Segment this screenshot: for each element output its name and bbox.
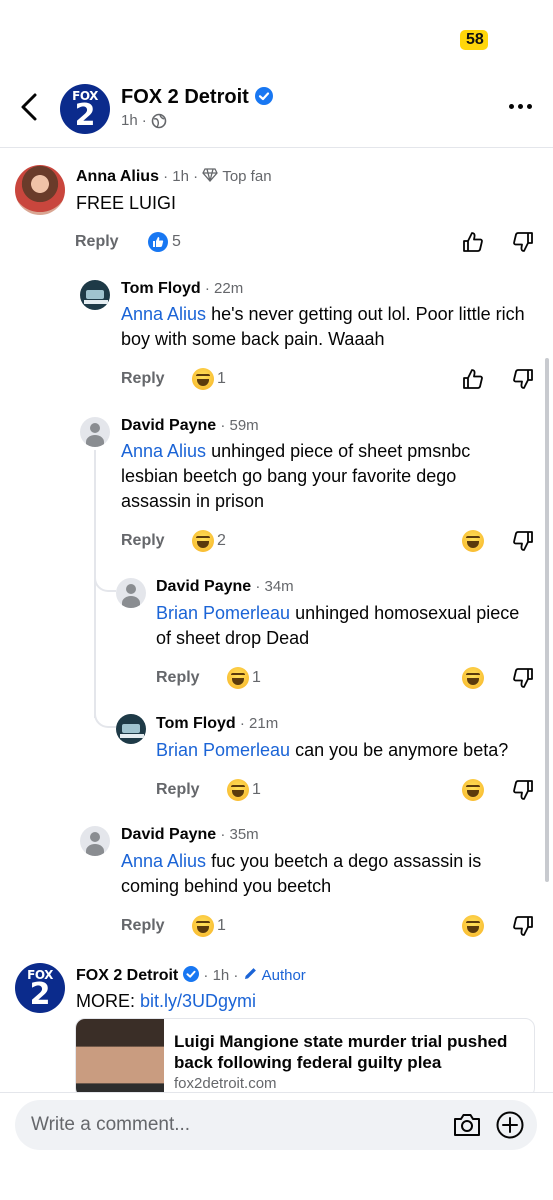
comment-text: Anna Alius unhinged piece of sheet pmsnb…	[121, 441, 471, 511]
comment-author-line: David Payne · 34m	[156, 578, 294, 595]
back-arrow-icon[interactable]	[18, 92, 42, 122]
comment-author[interactable]: David Payne	[121, 826, 216, 843]
thumbs-up-icon[interactable]	[462, 231, 484, 253]
comment-text: Anna Alius fuc you beetch a dego assassi…	[121, 851, 482, 896]
verified-badge-icon	[183, 966, 200, 982]
reply-button[interactable]: Reply	[121, 370, 165, 388]
thumbs-down-icon[interactable]	[512, 915, 534, 937]
reaction-count[interactable]: 1	[252, 669, 261, 687]
mention-link[interactable]: Brian Pomerleau	[156, 740, 290, 760]
comment-author[interactable]: David Payne	[121, 417, 216, 434]
avatar[interactable]	[15, 165, 65, 215]
reaction-count[interactable]: 1	[217, 917, 226, 935]
reaction-count[interactable]: 5	[172, 233, 181, 251]
link-preview-title: Luigi Mangione state murder trial pushed…	[174, 1032, 508, 1072]
page-logo[interactable]: FOX 2	[60, 84, 110, 134]
thumbs-down-icon[interactable]	[512, 779, 534, 801]
mention-link[interactable]: Anna Alius	[121, 441, 206, 461]
avatar[interactable]	[80, 417, 110, 447]
reply-button[interactable]: Reply	[156, 781, 200, 799]
haha-reaction-icon	[192, 530, 214, 552]
post-time: 1h	[121, 112, 138, 129]
comment-text: FREE LUIGI	[76, 193, 177, 213]
avatar[interactable]	[116, 714, 146, 744]
comment-author-line: Tom Floyd · 21m	[156, 715, 279, 732]
comment-author[interactable]: David Payne	[156, 578, 251, 595]
comment-input[interactable]	[31, 1100, 431, 1150]
comment-author-line: Anna Alius · 1h · Top fan	[76, 168, 272, 185]
thumbs-down-icon[interactable]	[512, 667, 534, 689]
haha-reaction-icon	[227, 667, 249, 689]
comment-text: Anna Alius he's never getting out lol. P…	[121, 304, 525, 349]
reply-button[interactable]: Reply	[121, 532, 165, 550]
link-preview-thumbnail	[76, 1019, 164, 1097]
avatar[interactable]	[116, 578, 146, 608]
haha-react-button[interactable]	[462, 779, 484, 801]
add-icon[interactable]	[495, 1110, 525, 1140]
comment-author[interactable]: Anna Alius	[76, 168, 159, 185]
comment-text: MORE: bit.ly/3UDgymi	[76, 991, 257, 1011]
comment-author-line: David Payne · 59m	[121, 417, 259, 434]
comment-author[interactable]: FOX 2 Detroit	[76, 967, 178, 984]
like-reaction-icon	[148, 232, 168, 252]
mention-link[interactable]: Anna Alius	[121, 304, 206, 324]
verified-badge-icon	[254, 87, 273, 105]
reaction-count[interactable]: 1	[252, 781, 261, 799]
comment-author-line: FOX 2 Detroit · 1h · Author	[76, 966, 306, 984]
haha-react-button[interactable]	[462, 530, 484, 552]
thread-connector	[94, 704, 116, 728]
globe-icon	[151, 113, 166, 128]
page-title[interactable]: FOX 2 Detroit	[121, 86, 273, 109]
haha-react-button[interactable]	[462, 667, 484, 689]
avatar[interactable]: FOX 2	[15, 963, 65, 1013]
thumbs-down-icon[interactable]	[512, 530, 534, 552]
reply-button[interactable]: Reply	[156, 669, 200, 687]
reaction-count[interactable]: 1	[217, 370, 226, 388]
reply-button[interactable]: Reply	[121, 917, 165, 935]
haha-react-button[interactable]	[462, 915, 484, 937]
reply-button[interactable]: Reply	[75, 233, 119, 251]
pencil-icon	[244, 968, 256, 979]
reaction-count[interactable]: 2	[217, 532, 226, 550]
thumbs-up-icon[interactable]	[462, 368, 484, 390]
avatar[interactable]	[80, 280, 110, 310]
comment-author-line: David Payne · 35m	[121, 826, 259, 843]
more-options-icon[interactable]	[509, 98, 533, 114]
comment-author-line: Tom Floyd · 22m	[121, 280, 244, 297]
mention-link[interactable]: Brian Pomerleau	[156, 603, 290, 623]
thread-connector	[94, 568, 116, 592]
scrollbar[interactable]	[545, 358, 549, 882]
comment-author[interactable]: Tom Floyd	[121, 280, 201, 297]
thumbs-down-icon[interactable]	[512, 368, 534, 390]
camera-icon[interactable]	[452, 1111, 482, 1139]
haha-reaction-icon	[192, 915, 214, 937]
header-divider	[0, 147, 553, 148]
link-preview-card[interactable]: Luigi Mangione state murder trial pushed…	[75, 1018, 535, 1098]
comment-composer	[15, 1100, 537, 1150]
thumbs-down-icon[interactable]	[512, 231, 534, 253]
comment-text: Brian Pomerleau unhinged homosexual piec…	[156, 603, 520, 648]
top-fan-badge: Top fan	[222, 168, 272, 185]
link-preview-domain: fox2detroit.com	[174, 1075, 277, 1092]
battery-indicator: 58	[460, 30, 488, 50]
haha-reaction-icon	[227, 779, 249, 801]
haha-reaction-icon	[192, 368, 214, 390]
author-badge: Author	[261, 967, 306, 984]
diamond-icon	[202, 168, 219, 182]
comment-author[interactable]: Tom Floyd	[156, 715, 236, 732]
comment-text: Brian Pomerleau can you be anymore beta?	[156, 740, 509, 760]
shortlink[interactable]: bit.ly/3UDgymi	[140, 991, 256, 1011]
avatar[interactable]	[80, 826, 110, 856]
mention-link[interactable]: Anna Alius	[121, 851, 206, 871]
post-meta: 1h ·	[121, 112, 167, 129]
